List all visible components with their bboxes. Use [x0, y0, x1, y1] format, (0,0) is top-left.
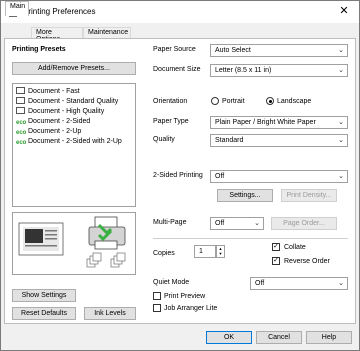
- job-arranger-lite-label: Job Arranger Lite: [164, 305, 218, 312]
- quality-label: Quality: [153, 136, 175, 143]
- landscape-radio[interactable]: [266, 97, 274, 105]
- show-settings-button[interactable]: Show Settings: [12, 289, 76, 302]
- paper-source-value: Auto Select: [215, 47, 251, 54]
- multi-page-label: Multi-Page: [153, 219, 187, 226]
- quality-value: Standard: [215, 137, 244, 144]
- chevron-down-icon: ⌄: [338, 119, 344, 126]
- reset-defaults-button[interactable]: Reset Defaults: [12, 307, 76, 320]
- document-icon: [16, 97, 25, 104]
- close-icon[interactable]: ✕: [337, 5, 351, 17]
- ink-levels-button[interactable]: Ink Levels: [84, 307, 136, 320]
- help-button[interactable]: Help: [306, 331, 352, 344]
- orientation-label: Orientation: [153, 98, 188, 105]
- document-size-value: Letter (8.5 x 11 in): [215, 67, 272, 74]
- paper-source-label: Paper Source: [153, 46, 196, 53]
- preset-label: Document - 2-Sided with 2-Up: [28, 138, 122, 145]
- printing-presets-heading: Printing Presets: [12, 46, 66, 53]
- stacked-pages-icon: [86, 252, 126, 268]
- print-density-button[interactable]: Print Density...: [281, 189, 337, 202]
- quality-select[interactable]: Standard ⌄: [210, 134, 348, 147]
- title-bar: Printing Preferences ✕: [1, 1, 359, 23]
- document-size-select[interactable]: Letter (8.5 x 11 in) ⌄: [210, 64, 348, 77]
- page-order-button[interactable]: Page Order...: [271, 217, 337, 230]
- eco-icon: eco: [16, 130, 27, 136]
- multi-page-value: Off: [215, 220, 225, 227]
- collate-checkbox[interactable]: ✓: [272, 243, 280, 251]
- two-sided-printing-label: 2-Sided Printing: [153, 172, 203, 179]
- preset-label: Document - 2-Up: [28, 128, 82, 135]
- preset-label: Document - Standard Quality: [28, 98, 119, 105]
- window-title: Printing Preferences: [23, 7, 96, 16]
- list-item[interactable]: eco Document - 2-Sided with 2-Up: [16, 137, 122, 146]
- reverse-order-checkbox[interactable]: ✓: [272, 257, 280, 265]
- chevron-down-icon: ⌄: [338, 47, 344, 54]
- add-remove-presets-button[interactable]: Add/Remove Presets...: [12, 62, 136, 75]
- chevron-down-icon: ⌄: [338, 67, 344, 74]
- eco-icon: eco: [16, 140, 27, 146]
- collate-label: Collate: [284, 244, 306, 251]
- list-item[interactable]: Document - Fast: [16, 87, 80, 96]
- quiet-mode-value: Off: [255, 280, 265, 287]
- document-icon: [16, 107, 25, 114]
- portrait-radio[interactable]: [211, 97, 219, 105]
- list-item[interactable]: Document - Standard Quality: [16, 97, 118, 106]
- copies-stepper[interactable]: ▲ ▼: [216, 245, 225, 258]
- paper-type-select[interactable]: Plain Paper / Bright White Paper ⌄: [210, 116, 348, 129]
- preset-label: Document - 2-Sided: [28, 118, 91, 125]
- list-item[interactable]: eco Document - 2-Up: [16, 127, 81, 136]
- copies-label: Copies: [153, 250, 175, 257]
- eco-icon: eco: [16, 120, 27, 126]
- divider: [153, 238, 348, 239]
- preset-label: Document - High Quality: [28, 108, 105, 115]
- landscape-label: Landscape: [277, 98, 312, 105]
- quiet-mode-label: Quiet Mode: [153, 279, 190, 286]
- settings-button[interactable]: Settings...: [217, 189, 273, 202]
- chevron-down-icon: ⌄: [254, 220, 260, 227]
- preset-label: Document - Fast: [28, 88, 80, 95]
- job-arranger-lite-checkbox[interactable]: [153, 304, 161, 312]
- print-preview-checkbox[interactable]: [153, 292, 161, 300]
- copies-value: 1: [199, 248, 203, 255]
- paper-type-value: Plain Paper / Bright White Paper: [215, 119, 316, 126]
- chevron-down-icon: ⌄: [338, 137, 344, 144]
- list-item[interactable]: eco Document - 2-Sided: [16, 117, 90, 126]
- copies-input[interactable]: 1: [194, 245, 216, 258]
- page-preview-icon: [18, 222, 64, 256]
- reverse-order-label: Reverse Order: [284, 258, 330, 265]
- tab-main[interactable]: Main: [5, 1, 29, 16]
- presets-list[interactable]: Document - Fast Document - Standard Qual…: [12, 83, 136, 207]
- cancel-button[interactable]: Cancel: [256, 331, 302, 344]
- two-sided-printing-value: Off: [215, 173, 225, 180]
- chevron-down-icon: ⌄: [338, 173, 344, 180]
- two-sided-printing-select[interactable]: Off ⌄: [210, 170, 348, 183]
- print-preview-label: Print Preview: [164, 293, 206, 300]
- preview-illustration: [18, 216, 126, 268]
- chevron-down-icon: ⌄: [338, 280, 344, 287]
- ok-button[interactable]: OK: [206, 331, 252, 344]
- document-icon: [16, 87, 25, 94]
- list-item[interactable]: Document - High Quality: [16, 107, 104, 116]
- printer-icon: [88, 216, 126, 250]
- settings-preview: [12, 212, 136, 275]
- multi-page-select[interactable]: Off ⌄: [210, 217, 264, 230]
- document-size-label: Document Size: [153, 66, 201, 73]
- quiet-mode-select[interactable]: Off ⌄: [250, 277, 348, 290]
- paper-source-select[interactable]: Auto Select ⌄: [210, 44, 348, 57]
- paper-type-label: Paper Type: [153, 118, 189, 125]
- portrait-label: Portrait: [222, 98, 245, 105]
